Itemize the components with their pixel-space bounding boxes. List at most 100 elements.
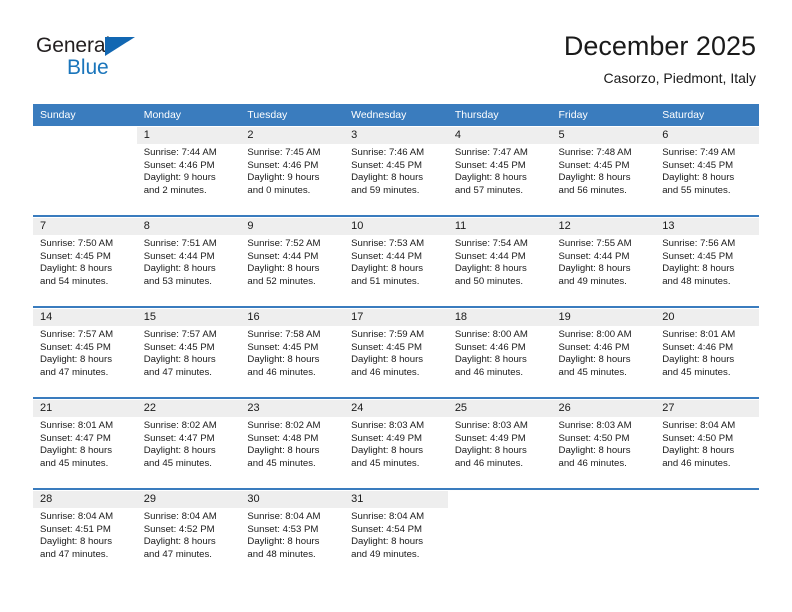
day-cell[interactable]: 5 Sunrise: 7:48 AM Sunset: 4:45 PM Daylight… bbox=[551, 127, 656, 215]
daylight-text-cont: and 48 minutes. bbox=[662, 275, 731, 287]
daylight-text-cont: and 46 minutes. bbox=[558, 457, 627, 469]
day-cell[interactable]: 20 Sunrise: 8:01 AM Sunset: 4:46 PM Dayligh… bbox=[655, 309, 759, 397]
sunset-text: Sunset: 4:45 PM bbox=[454, 159, 526, 171]
day-number: 5 bbox=[551, 127, 656, 144]
daylight-text: Daylight: 8 hours bbox=[40, 445, 112, 457]
daylight-text: Daylight: 8 hours bbox=[351, 354, 424, 366]
weekday-header-thursday: Thursday bbox=[447, 104, 552, 127]
day-detail-lines: Sunrise: 7:53 AM Sunset: 4:44 PM Daylight:… bbox=[344, 235, 448, 288]
calendar-cell: 8 Sunrise: 7:51 AM Sunset: 4:44 PM Daylight… bbox=[136, 217, 241, 306]
day-cell[interactable]: 4 Sunrise: 7:47 AM Sunset: 4:45 PM Daylight… bbox=[447, 127, 552, 215]
daylight-text: Daylight: 8 hours bbox=[143, 354, 216, 366]
calendar-cell: 29 Sunrise: 8:04 AM Sunset: 4:52 PM Dayligh… bbox=[136, 490, 241, 579]
day-cell[interactable]: 18 Sunrise: 8:00 AM Sunset: 4:46 PM Dayligh… bbox=[447, 309, 552, 397]
calendar-cell bbox=[447, 490, 552, 579]
sunset-text: Sunset: 4:50 PM bbox=[558, 432, 630, 444]
sunset-text: Sunset: 4:45 PM bbox=[662, 159, 734, 171]
day-cell[interactable]: 8 Sunrise: 7:51 AM Sunset: 4:44 PM Daylight… bbox=[136, 218, 241, 306]
day-cell[interactable]: 13 Sunrise: 7:56 AM Sunset: 4:45 PM Dayligh… bbox=[655, 218, 759, 306]
day-cell[interactable]: 17 Sunrise: 7:59 AM Sunset: 4:45 PM Dayligh… bbox=[344, 309, 448, 397]
daylight-text-cont: and 46 minutes. bbox=[454, 366, 524, 378]
day-cell[interactable]: 12 Sunrise: 7:55 AM Sunset: 4:44 PM Dayligh… bbox=[551, 218, 656, 306]
calendar-cell: 1 Sunrise: 7:44 AM Sunset: 4:46 PM Daylight… bbox=[136, 126, 241, 215]
day-cell[interactable]: 11 Sunrise: 7:54 AM Sunset: 4:44 PM Dayligh… bbox=[447, 218, 552, 306]
daylight-text-cont: and 46 minutes. bbox=[351, 366, 420, 378]
day-cell[interactable]: 29 Sunrise: 8:04 AM Sunset: 4:52 PM Dayligh… bbox=[136, 491, 241, 579]
calendar-cell: 6 Sunrise: 7:49 AM Sunset: 4:45 PM Daylight… bbox=[655, 126, 759, 215]
day-cell[interactable]: 30 Sunrise: 8:04 AM Sunset: 4:53 PM Dayligh… bbox=[240, 491, 345, 579]
daylight-text-cont: and 59 minutes. bbox=[351, 184, 420, 196]
day-number: 13 bbox=[655, 218, 759, 235]
sunset-text: Sunset: 4:44 PM bbox=[558, 250, 630, 262]
day-cell[interactable]: 26 Sunrise: 8:03 AM Sunset: 4:50 PM Dayligh… bbox=[551, 400, 656, 488]
sunset-text: Sunset: 4:44 PM bbox=[143, 250, 215, 262]
day-number: 14 bbox=[33, 309, 137, 326]
logo-text-general: General bbox=[36, 34, 111, 57]
daylight-text-cont: and 49 minutes. bbox=[558, 275, 627, 287]
day-cell[interactable]: 25 Sunrise: 8:03 AM Sunset: 4:49 PM Dayligh… bbox=[447, 400, 552, 488]
calendar-week-row: 28 Sunrise: 8:04 AM Sunset: 4:51 PM Dayligh… bbox=[33, 490, 759, 579]
calendar-cell: 16 Sunrise: 7:58 AM Sunset: 4:45 PM Dayligh… bbox=[240, 308, 345, 397]
empty-day-cell bbox=[33, 127, 137, 215]
day-cell[interactable]: 19 Sunrise: 8:00 AM Sunset: 4:46 PM Dayligh… bbox=[551, 309, 656, 397]
day-cell[interactable]: 31 Sunrise: 8:04 AM Sunset: 4:54 PM Dayligh… bbox=[344, 491, 448, 579]
day-detail-lines: Sunrise: 7:58 AM Sunset: 4:45 PM Daylight:… bbox=[240, 326, 344, 379]
day-cell[interactable]: 23 Sunrise: 8:02 AM Sunset: 4:48 PM Dayligh… bbox=[240, 400, 345, 488]
day-detail-lines: Sunrise: 8:02 AM Sunset: 4:48 PM Daylight:… bbox=[240, 417, 344, 470]
day-detail-lines: Sunrise: 7:57 AM Sunset: 4:45 PM Daylight:… bbox=[33, 326, 137, 379]
day-cell[interactable]: 27 Sunrise: 8:04 AM Sunset: 4:50 PM Dayligh… bbox=[655, 400, 759, 488]
day-cell[interactable]: 10 Sunrise: 7:53 AM Sunset: 4:44 PM Dayligh… bbox=[344, 218, 448, 306]
sunrise-sunset-calendar: Sunday Monday Tuesday Wednesday Thursday Frid… bbox=[33, 104, 759, 579]
daylight-text-cont: and 54 minutes. bbox=[40, 275, 109, 287]
day-cell[interactable]: 1 Sunrise: 7:44 AM Sunset: 4:46 PM Daylight… bbox=[136, 127, 241, 215]
daylight-text: Daylight: 8 hours bbox=[558, 445, 631, 457]
day-number: 4 bbox=[447, 127, 552, 144]
daylight-text: Daylight: 8 hours bbox=[351, 536, 424, 548]
calendar-cell: 25 Sunrise: 8:03 AM Sunset: 4:49 PM Dayligh… bbox=[447, 399, 552, 488]
day-number: 23 bbox=[240, 400, 345, 417]
day-detail-lines: Sunrise: 8:03 AM Sunset: 4:50 PM Daylight:… bbox=[552, 417, 656, 470]
sunrise-text: Sunrise: 7:57 AM bbox=[40, 329, 114, 340]
day-number: 22 bbox=[136, 400, 241, 417]
day-cell[interactable]: 16 Sunrise: 7:58 AM Sunset: 4:45 PM Dayligh… bbox=[240, 309, 345, 397]
sunset-text: Sunset: 4:49 PM bbox=[351, 432, 423, 444]
calendar-cell: 13 Sunrise: 7:56 AM Sunset: 4:45 PM Dayligh… bbox=[655, 217, 759, 306]
calendar-cell: 23 Sunrise: 8:02 AM Sunset: 4:48 PM Dayligh… bbox=[240, 399, 345, 488]
page-header: General Blue December 2025 Casorzo, Pied… bbox=[0, 0, 792, 104]
day-cell[interactable]: 28 Sunrise: 8:04 AM Sunset: 4:51 PM Dayligh… bbox=[33, 491, 137, 579]
daylight-text: Daylight: 8 hours bbox=[143, 263, 216, 275]
daylight-text: Daylight: 8 hours bbox=[662, 445, 735, 457]
daylight-text-cont: and 46 minutes. bbox=[662, 457, 731, 469]
day-detail-lines: Sunrise: 7:46 AM Sunset: 4:45 PM Daylight:… bbox=[344, 144, 448, 197]
day-cell[interactable]: 9 Sunrise: 7:52 AM Sunset: 4:44 PM Daylight… bbox=[240, 218, 345, 306]
day-cell[interactable]: 22 Sunrise: 8:02 AM Sunset: 4:47 PM Dayligh… bbox=[136, 400, 241, 488]
daylight-text-cont: and 46 minutes. bbox=[454, 457, 524, 469]
sunrise-text: Sunrise: 7:52 AM bbox=[247, 238, 321, 249]
day-cell[interactable]: 3 Sunrise: 7:46 AM Sunset: 4:45 PM Daylight… bbox=[344, 127, 448, 215]
daylight-text: Daylight: 8 hours bbox=[247, 354, 320, 366]
day-cell[interactable]: 6 Sunrise: 7:49 AM Sunset: 4:45 PM Daylight… bbox=[655, 127, 759, 215]
calendar-week-row: 1 Sunrise: 7:44 AM Sunset: 4:46 PM Daylight… bbox=[33, 126, 759, 215]
sunset-text: Sunset: 4:49 PM bbox=[454, 432, 526, 444]
day-cell[interactable]: 14 Sunrise: 7:57 AM Sunset: 4:45 PM Dayligh… bbox=[33, 309, 137, 397]
calendar-cell: 30 Sunrise: 8:04 AM Sunset: 4:53 PM Dayligh… bbox=[240, 490, 345, 579]
sunset-text: Sunset: 4:51 PM bbox=[40, 523, 111, 535]
daylight-text: Daylight: 8 hours bbox=[351, 172, 424, 184]
sunrise-text: Sunrise: 7:50 AM bbox=[40, 238, 114, 249]
day-cell[interactable]: 2 Sunrise: 7:45 AM Sunset: 4:46 PM Daylight… bbox=[240, 127, 345, 215]
day-cell[interactable]: 7 Sunrise: 7:50 AM Sunset: 4:45 PM Daylight… bbox=[33, 218, 137, 306]
sunrise-text: Sunrise: 7:57 AM bbox=[143, 329, 217, 340]
day-detail-lines bbox=[552, 508, 656, 511]
day-cell[interactable]: 21 Sunrise: 8:01 AM Sunset: 4:47 PM Dayligh… bbox=[33, 400, 137, 488]
day-cell[interactable]: 15 Sunrise: 7:57 AM Sunset: 4:45 PM Dayligh… bbox=[136, 309, 241, 397]
day-number: 1 bbox=[136, 127, 241, 144]
empty-day-cell bbox=[655, 491, 759, 579]
day-number: 31 bbox=[344, 491, 448, 508]
sunset-text: Sunset: 4:45 PM bbox=[247, 341, 319, 353]
day-number: 24 bbox=[344, 400, 448, 417]
day-detail-lines: Sunrise: 7:45 AM Sunset: 4:46 PM Daylight:… bbox=[240, 144, 344, 197]
calendar-cell bbox=[33, 126, 137, 215]
sunrise-text: Sunrise: 7:51 AM bbox=[143, 238, 217, 249]
day-cell[interactable]: 24 Sunrise: 8:03 AM Sunset: 4:49 PM Dayligh… bbox=[344, 400, 448, 488]
day-number: 26 bbox=[551, 400, 656, 417]
